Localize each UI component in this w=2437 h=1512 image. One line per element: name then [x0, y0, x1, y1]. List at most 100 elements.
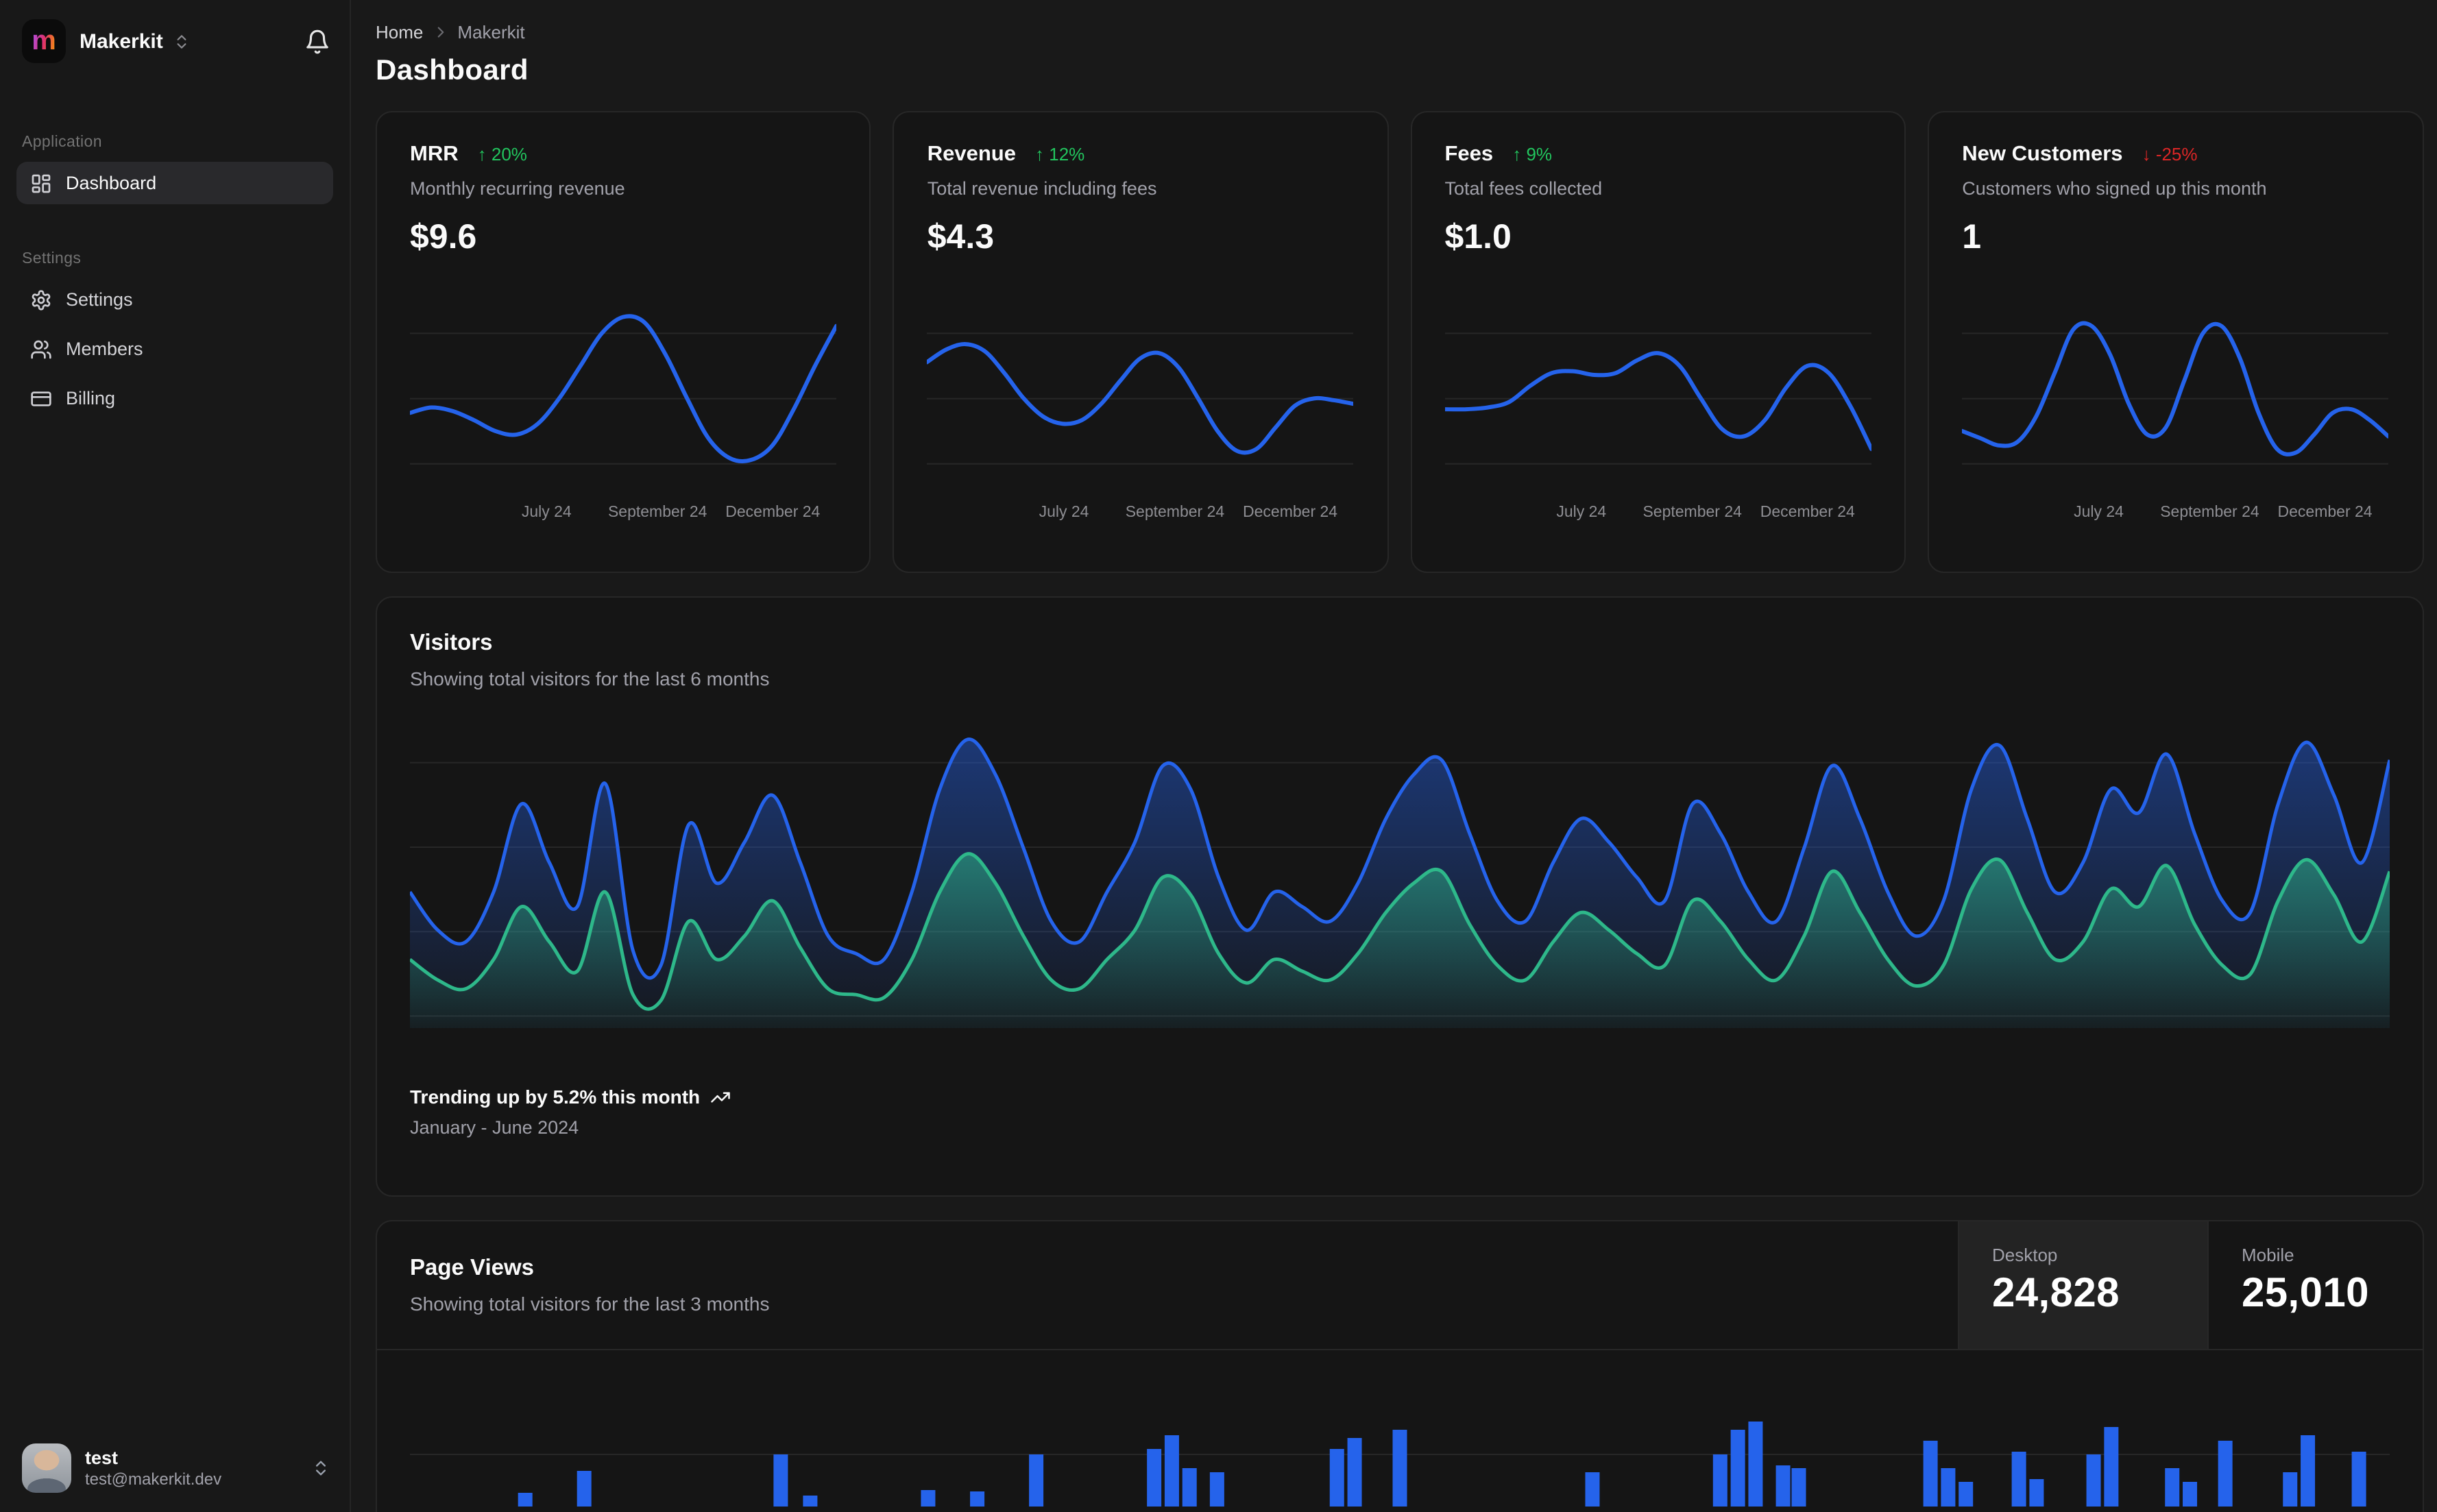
page-views-subtitle: Showing total visitors for the last 3 mo…	[410, 1293, 770, 1315]
chevron-right-icon	[431, 23, 449, 41]
x-tick: September 24	[607, 504, 707, 521]
chevrons-up-down-icon	[311, 1459, 330, 1478]
visitors-footer: Trending up by 5.2% this month January -…	[410, 1086, 730, 1138]
breadcrumb: Home Makerkit	[376, 22, 2423, 42]
x-tick: December 24	[1760, 504, 1855, 521]
app-root: m Makerkit Application Dashboard Setting…	[0, 0, 2437, 1512]
page-views-bar-chart	[410, 1352, 2390, 1507]
mrr-sparkline-chart	[410, 299, 837, 491]
toggle-label: Mobile	[2242, 1245, 2294, 1265]
arrow-up-icon: ↑	[477, 144, 487, 164]
toggle-value: 25,010	[2242, 1271, 2369, 1316]
user-meta: test test@makerkit.dev	[85, 1448, 221, 1489]
visitors-subtitle: Showing total visitors for the last 6 mo…	[410, 668, 770, 690]
user-email: test@makerkit.dev	[85, 1470, 222, 1489]
fees-sparkline-chart	[1444, 299, 1872, 491]
settings-menu: Settings Members Billing	[0, 278, 350, 419]
makerkit-logo: m	[22, 19, 66, 63]
sidebar-item-label: Members	[66, 339, 143, 359]
notifications-button[interactable]	[304, 28, 330, 54]
toggle-label: Desktop	[1992, 1245, 2058, 1265]
workspace-header: m Makerkit	[0, 0, 350, 63]
stat-title: MRR	[410, 143, 459, 166]
x-tick: July 24	[2074, 504, 2124, 521]
sparkline-x-axis: July 24 September 24 December 24	[410, 504, 837, 526]
user-menu[interactable]: test test@makerkit.dev	[0, 1427, 350, 1512]
sidebar-item-members[interactable]: Members	[16, 328, 333, 370]
main-content: Home Makerkit Dashboard MRR ↑ 20% Monthl…	[352, 0, 2437, 1512]
x-tick: July 24	[1039, 504, 1089, 521]
breadcrumb-home-link[interactable]: Home	[376, 22, 423, 42]
x-tick: September 24	[1642, 504, 1742, 521]
revenue-sparkline-chart	[927, 299, 1355, 491]
sidebar-section-application: Application	[22, 134, 102, 151]
credit-card-icon	[30, 387, 52, 409]
bell-icon	[306, 29, 328, 53]
gear-icon	[30, 289, 52, 310]
stat-title: Revenue	[927, 143, 1016, 166]
stat-card-new-customers: New Customers ↓ -25% Customers who signe…	[1928, 111, 2423, 573]
chevrons-up-down-icon	[177, 34, 186, 48]
sidebar-item-billing[interactable]: Billing	[16, 377, 333, 419]
x-tick: July 24	[1556, 504, 1607, 521]
stats-row: MRR ↑ 20% Monthly recurring revenue $9.6…	[376, 111, 2423, 573]
x-tick: December 24	[1243, 504, 1338, 521]
users-icon	[30, 338, 52, 360]
toggle-value: 24,828	[1992, 1271, 2120, 1316]
trend-badge: ↑ 9%	[1512, 144, 1553, 164]
stat-card-fees: Fees ↑ 9% Total fees collected $1.0 July…	[1410, 111, 1906, 573]
toggle-desktop[interactable]: Desktop 24,828	[1958, 1221, 2207, 1349]
sidebar: m Makerkit Application Dashboard Setting…	[0, 0, 351, 1512]
stat-value: 1	[1962, 218, 1982, 256]
trending-up-icon	[710, 1086, 730, 1107]
stat-subtitle: Customers who signed up this month	[1962, 178, 2267, 199]
dashboard-icon	[30, 172, 52, 194]
arrow-down-icon: ↓	[2142, 144, 2151, 164]
visitors-trend-text: Trending up by 5.2% this month	[410, 1086, 701, 1108]
stat-title: New Customers	[1962, 143, 2123, 166]
stat-value: $1.0	[1444, 218, 1512, 256]
sparkline-x-axis: July 24 September 24 December 24	[1962, 504, 2389, 526]
stat-subtitle: Total fees collected	[1444, 178, 1603, 199]
arrow-up-icon: ↑	[1512, 144, 1522, 164]
workspace-name: Makerkit	[80, 29, 163, 53]
visitors-card: Visitors Showing total visitors for the …	[376, 596, 2423, 1197]
x-tick: September 24	[1125, 504, 1225, 521]
stat-value: $9.6	[410, 218, 477, 256]
sidebar-item-settings[interactable]: Settings	[16, 278, 333, 321]
user-name: test	[85, 1448, 119, 1468]
workspace-selector[interactable]	[173, 32, 191, 50]
stat-value: $4.3	[927, 218, 995, 256]
breadcrumb-current: Makerkit	[457, 22, 525, 42]
x-tick: September 24	[2160, 504, 2259, 521]
visitors-area-chart	[410, 727, 2390, 1028]
sidebar-section-settings: Settings	[22, 251, 82, 267]
logo-letter: m	[32, 26, 56, 56]
x-tick: July 24	[521, 504, 572, 521]
sparkline-x-axis: July 24 September 24 December 24	[1445, 504, 1872, 526]
stat-subtitle: Monthly recurring revenue	[410, 178, 625, 199]
page-title: Dashboard	[376, 55, 529, 86]
sparkline-x-axis: July 24 September 24 December 24	[927, 504, 1355, 526]
stat-card-mrr: MRR ↑ 20% Monthly recurring revenue $9.6…	[376, 111, 871, 573]
arrow-up-icon: ↑	[1035, 144, 1044, 164]
x-tick: December 24	[725, 504, 821, 521]
toggle-mobile[interactable]: Mobile 25,010	[2207, 1221, 2422, 1349]
page-views-header: Page Views Showing total visitors for th…	[377, 1221, 2422, 1350]
trend-badge: ↑ 20%	[477, 144, 527, 164]
stat-subtitle: Total revenue including fees	[927, 178, 1157, 199]
new-customers-sparkline-chart	[1962, 299, 2389, 491]
sidebar-item-dashboard[interactable]: Dashboard	[16, 162, 333, 204]
trend-badge: ↓ -25%	[2142, 144, 2198, 164]
sidebar-item-label: Settings	[66, 289, 133, 310]
visitors-period: January - June 2024	[410, 1117, 579, 1138]
stat-title: Fees	[1444, 143, 1494, 166]
sidebar-item-label: Billing	[66, 388, 116, 409]
x-tick: December 24	[2277, 504, 2373, 521]
trend-badge: ↑ 12%	[1035, 144, 1085, 164]
sidebar-item-label: Dashboard	[66, 173, 157, 193]
page-views-title: Page Views	[410, 1256, 535, 1280]
page-views-card: Page Views Showing total visitors for th…	[376, 1220, 2423, 1512]
application-menu: Dashboard	[0, 162, 350, 204]
stat-card-revenue: Revenue ↑ 12% Total revenue including fe…	[893, 111, 1389, 573]
